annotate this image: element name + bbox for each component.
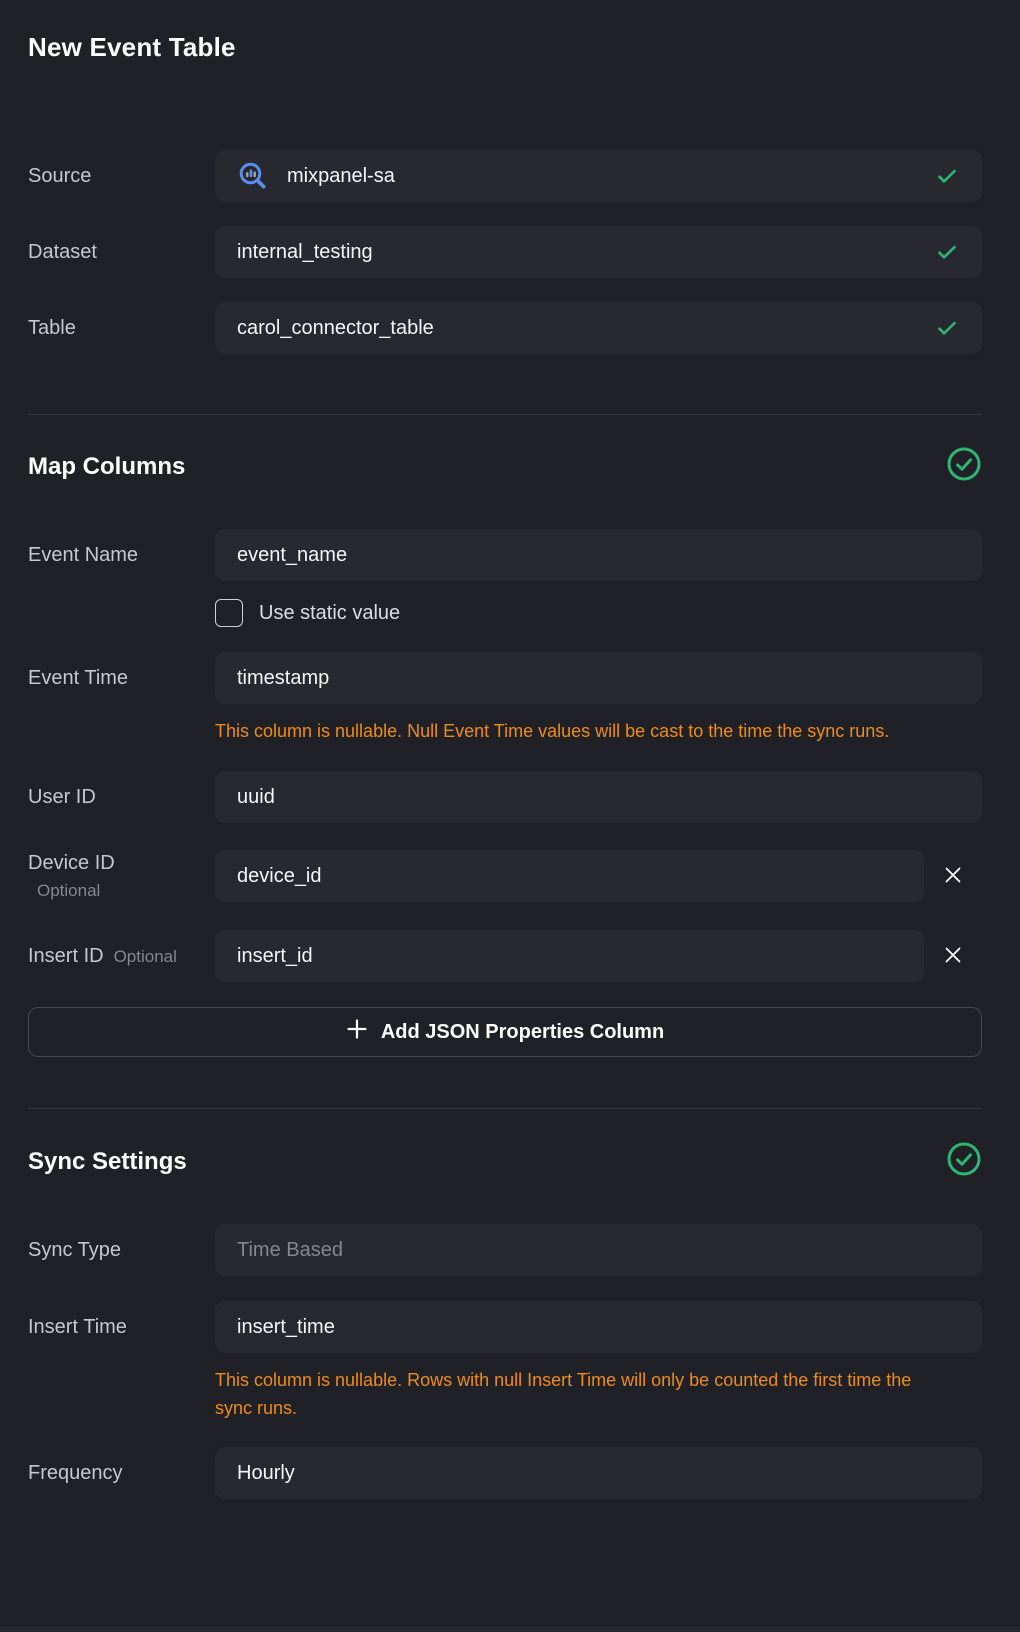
check-icon xyxy=(934,163,960,189)
circle-check-icon xyxy=(946,446,982,487)
event-name-input[interactable]: event_name xyxy=(215,529,982,581)
circle-check-icon xyxy=(946,1141,982,1182)
table-row: Table carol_connector_table xyxy=(28,302,982,354)
user-id-row: User ID uuid xyxy=(28,771,982,823)
add-json-properties-button[interactable]: Add JSON Properties Column xyxy=(28,1007,982,1057)
dataset-input[interactable]: internal_testing xyxy=(215,226,982,278)
table-value: carol_connector_table xyxy=(237,317,922,340)
event-time-row: Event Time timestamp xyxy=(28,652,982,704)
insert-id-label: Insert ID Optional xyxy=(28,945,215,968)
sync-type-row: Sync Type Time Based xyxy=(28,1224,982,1276)
user-id-input[interactable]: uuid xyxy=(215,771,982,823)
frequency-input[interactable]: Hourly xyxy=(215,1447,982,1499)
source-input[interactable]: mixpanel-sa xyxy=(215,150,982,202)
insert-time-label: Insert Time xyxy=(28,1316,215,1339)
event-time-warning: This column is nullable. Null Event Time… xyxy=(215,717,920,745)
sync-type-label: Sync Type xyxy=(28,1239,215,1262)
event-name-row: Event Name event_name xyxy=(28,529,982,581)
table-label: Table xyxy=(28,317,215,340)
source-label: Source xyxy=(28,165,215,188)
table-input[interactable]: carol_connector_table xyxy=(215,302,982,354)
use-static-value-label: Use static value xyxy=(259,602,400,625)
event-time-input[interactable]: timestamp xyxy=(215,652,982,704)
bigquery-source-icon xyxy=(237,160,269,192)
footer-edge xyxy=(0,1626,1020,1632)
user-id-value: uuid xyxy=(237,786,960,809)
insert-id-optional-label: Optional xyxy=(114,947,177,967)
page-title: New Event Table xyxy=(28,30,982,64)
sync-type-value: Time Based xyxy=(237,1239,960,1262)
source-row: Source mixpanel-sa xyxy=(28,150,982,202)
insert-time-warning: This column is nullable. Rows with null … xyxy=(215,1366,920,1422)
user-id-label: User ID xyxy=(28,786,215,809)
insert-id-input[interactable]: insert_id xyxy=(215,930,924,982)
section-divider xyxy=(28,1108,982,1109)
check-icon xyxy=(934,315,960,341)
source-value: mixpanel-sa xyxy=(287,165,922,188)
plus-icon xyxy=(346,1018,368,1046)
device-id-label: Device ID Optional xyxy=(28,852,215,901)
event-name-value: event_name xyxy=(237,544,960,567)
device-id-input[interactable]: device_id xyxy=(215,850,924,902)
insert-id-row: Insert ID Optional insert_id xyxy=(28,930,982,982)
dataset-row: Dataset internal_testing xyxy=(28,226,982,278)
sync-settings-heading: Sync Settings xyxy=(28,1148,187,1176)
dataset-value: internal_testing xyxy=(237,241,922,264)
new-event-table-form: New Event Table Source mixpanel-sa Datas… xyxy=(0,0,1020,1499)
x-icon xyxy=(942,864,964,889)
dataset-label: Dataset xyxy=(28,241,215,264)
frequency-value: Hourly xyxy=(237,1462,960,1485)
event-name-label: Event Name xyxy=(28,544,215,567)
section-divider xyxy=(28,414,982,415)
sync-settings-heading-row: Sync Settings xyxy=(28,1141,982,1182)
event-time-value: timestamp xyxy=(237,667,960,690)
insert-id-value: insert_id xyxy=(237,945,902,968)
device-id-value: device_id xyxy=(237,865,902,888)
sync-type-input: Time Based xyxy=(215,1224,982,1276)
event-time-label: Event Time xyxy=(28,667,215,690)
map-columns-heading-row: Map Columns xyxy=(28,446,982,487)
insert-time-input[interactable]: insert_time xyxy=(215,1301,982,1353)
use-static-value-row: Use static value xyxy=(215,599,982,627)
insert-time-value: insert_time xyxy=(237,1316,960,1339)
device-id-remove-button[interactable] xyxy=(924,850,982,902)
check-icon xyxy=(934,239,960,265)
add-json-properties-label: Add JSON Properties Column xyxy=(381,1021,664,1044)
frequency-label: Frequency xyxy=(28,1462,215,1485)
map-columns-heading: Map Columns xyxy=(28,453,185,481)
device-id-optional-label: Optional xyxy=(28,881,215,901)
x-icon xyxy=(942,944,964,969)
device-id-row: Device ID Optional device_id xyxy=(28,850,982,902)
insert-time-row: Insert Time insert_time xyxy=(28,1301,982,1353)
frequency-row: Frequency Hourly xyxy=(28,1447,982,1499)
use-static-value-checkbox[interactable] xyxy=(215,599,243,627)
insert-id-remove-button[interactable] xyxy=(924,930,982,982)
